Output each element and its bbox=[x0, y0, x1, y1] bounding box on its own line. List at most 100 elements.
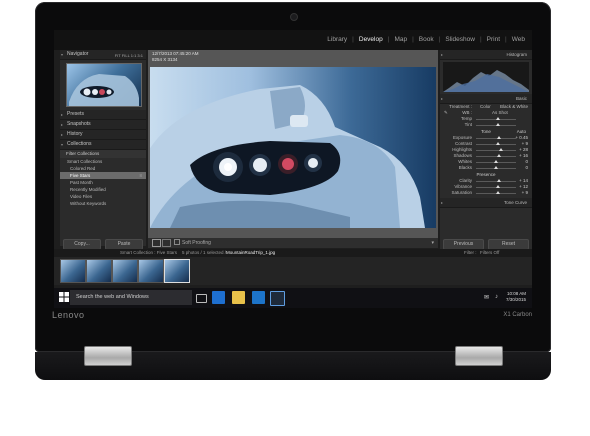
filmstrip-bar: Smart Collection : Five Stars 5 photos /… bbox=[54, 249, 532, 257]
histogram-header[interactable]: Histogram bbox=[440, 50, 532, 60]
slider-track[interactable] bbox=[476, 138, 516, 139]
filmstrip-thumbnail[interactable] bbox=[138, 259, 164, 283]
module-map[interactable]: Map bbox=[391, 36, 410, 43]
windows-start-icon[interactable] bbox=[59, 292, 69, 302]
collections-header[interactable]: Collections bbox=[60, 140, 146, 150]
left-panel-buttons: Copy... Paste bbox=[60, 239, 146, 250]
toolbar-menu-icon[interactable]: ▾ bbox=[431, 239, 434, 247]
soft-proofing-checkbox[interactable] bbox=[174, 239, 180, 245]
slider-value: 0 bbox=[525, 165, 528, 170]
right-panel-buttons: Previous Reset bbox=[440, 239, 532, 250]
navigator-title: Navigator bbox=[67, 51, 89, 57]
slider-knob[interactable] bbox=[494, 160, 498, 163]
presence-sliders: Clarity + 14 Vibrance + 12 Saturation + 9 bbox=[440, 178, 532, 196]
car-headlight-photo bbox=[150, 85, 425, 228]
capture-date: 12/7/2013 07:45:20 AM bbox=[152, 51, 199, 56]
collection-item[interactable]: Past Month bbox=[60, 179, 146, 186]
slider-knob[interactable] bbox=[494, 166, 498, 169]
left-hinge bbox=[84, 346, 132, 366]
before-after-icon[interactable] bbox=[162, 239, 171, 247]
brand-logo: Lenovo bbox=[52, 310, 85, 320]
histogram-chart[interactable] bbox=[443, 62, 529, 92]
slider-value: + 9 bbox=[521, 190, 528, 195]
slider-knob[interactable] bbox=[496, 191, 500, 194]
slider-blacks[interactable]: Blacks 0 bbox=[440, 165, 532, 171]
right-hinge bbox=[455, 346, 503, 366]
notifications-icon[interactable]: ✉ bbox=[484, 294, 489, 301]
collection-item[interactable]: Colored Red bbox=[60, 165, 146, 172]
store-icon[interactable] bbox=[252, 291, 265, 304]
filmstrip bbox=[54, 257, 532, 285]
slider-knob[interactable] bbox=[496, 142, 500, 145]
tone-label: Tone bbox=[481, 129, 491, 134]
collection-label: Colored Red bbox=[70, 166, 96, 171]
collection-label: Recently Modified bbox=[70, 187, 106, 192]
module-library[interactable]: Library bbox=[324, 36, 350, 43]
task-view-icon[interactable] bbox=[196, 294, 207, 303]
module-develop[interactable]: Develop bbox=[356, 36, 386, 43]
slider-knob[interactable] bbox=[497, 154, 502, 157]
photo-info-overlay: 12/7/2013 07:45:20 AM 8254 X 3134 bbox=[152, 51, 199, 62]
filmstrip-thumbnail-selected[interactable] bbox=[164, 259, 190, 283]
slider-label: Tint bbox=[464, 122, 472, 127]
collection-source[interactable]: Smart Collection : Five Stars bbox=[120, 249, 177, 257]
navigator-header[interactable]: Navigator FIT FILL 1:1 3:1 bbox=[60, 50, 146, 60]
collection-label: Five Stars bbox=[70, 173, 91, 178]
snapshots-header[interactable]: Snapshots bbox=[60, 120, 146, 130]
windows-taskbar: Search the web and Windows ✉ ♪ 10:08 AM … bbox=[54, 288, 532, 308]
webcam-icon bbox=[290, 13, 298, 21]
clock-date: 7/30/2015 bbox=[505, 297, 526, 302]
navigator-zoom-options[interactable]: FIT FILL 1:1 3:1 bbox=[115, 51, 143, 60]
filmstrip-thumbnail[interactable] bbox=[86, 259, 112, 283]
model-label: X1 Carbon bbox=[503, 312, 532, 318]
tone-subhead: Tone Auto bbox=[440, 128, 532, 135]
collection-label: Without Keywords bbox=[70, 201, 107, 206]
collection-count: 8 bbox=[139, 173, 142, 178]
basic-header[interactable]: Basic bbox=[440, 94, 532, 104]
image-dimensions: 8254 X 3134 bbox=[152, 56, 178, 62]
module-book[interactable]: Book bbox=[416, 36, 437, 43]
navigator-preview[interactable] bbox=[66, 63, 142, 107]
presets-header[interactable]: Presets bbox=[60, 110, 146, 120]
history-header[interactable]: History bbox=[60, 130, 146, 140]
module-web[interactable]: Web bbox=[509, 36, 528, 43]
slider-track[interactable] bbox=[476, 150, 516, 151]
collection-label: Past Month bbox=[70, 180, 93, 185]
taskbar-clock[interactable]: 10:08 AM 7/30/2015 bbox=[506, 291, 526, 303]
edge-browser-icon[interactable] bbox=[212, 291, 225, 304]
module-slideshow[interactable]: Slideshow bbox=[442, 36, 478, 43]
volume-icon[interactable]: ♪ bbox=[495, 294, 498, 300]
tone-curve-header[interactable]: Tone Curve bbox=[440, 198, 532, 208]
main-photo[interactable] bbox=[150, 67, 436, 228]
loupe-view-icon[interactable] bbox=[152, 239, 161, 247]
screen: Library | Develop | Map | Book | Slideshow | … bbox=[54, 30, 532, 308]
slider-knob[interactable] bbox=[497, 136, 502, 139]
auto-tone-button[interactable]: Auto bbox=[517, 128, 526, 135]
collection-label: Video Files bbox=[70, 194, 93, 199]
tone-sliders: Exposure + 0.45 Contrast + 9 Highlights + 28 S… bbox=[440, 135, 532, 171]
filter-select[interactable]: Filters Off bbox=[480, 249, 499, 257]
module-print[interactable]: Print bbox=[484, 36, 503, 43]
taskbar-search-box[interactable]: Search the web and Windows bbox=[70, 290, 192, 305]
presence-subhead: Presence bbox=[476, 172, 496, 177]
filmstrip-thumbnail[interactable] bbox=[112, 259, 138, 283]
collection-item-selected[interactable]: Five Stars 8 bbox=[60, 172, 146, 179]
slider-knob[interactable] bbox=[498, 148, 503, 151]
smart-collections-group[interactable]: Smart Collections bbox=[60, 158, 146, 165]
slider-saturation[interactable]: Saturation + 9 bbox=[440, 190, 532, 196]
file-explorer-icon[interactable] bbox=[232, 291, 245, 304]
collection-item[interactable]: Video Files bbox=[60, 193, 146, 200]
selected-filename: MountainRoadTrip_1.jpg bbox=[226, 250, 276, 255]
car-thumbnail bbox=[69, 74, 139, 106]
collection-item[interactable]: Without Keywords bbox=[60, 200, 146, 207]
filter-collections[interactable]: Filter Collections bbox=[60, 150, 146, 158]
collection-item[interactable]: Recently Modified bbox=[60, 186, 146, 193]
slider-knob[interactable] bbox=[496, 185, 501, 188]
module-bar: Library | Develop | Map | Book | Slideshow | … bbox=[54, 30, 532, 50]
slider-track[interactable] bbox=[476, 156, 516, 157]
filmstrip-thumbnail[interactable] bbox=[60, 259, 86, 283]
lightroom-app-icon[interactable] bbox=[270, 291, 285, 306]
slider-label: Saturation bbox=[451, 190, 472, 195]
slider-knob[interactable] bbox=[496, 179, 501, 182]
selection-info: 5 photos / 1 selected / bbox=[182, 250, 227, 255]
